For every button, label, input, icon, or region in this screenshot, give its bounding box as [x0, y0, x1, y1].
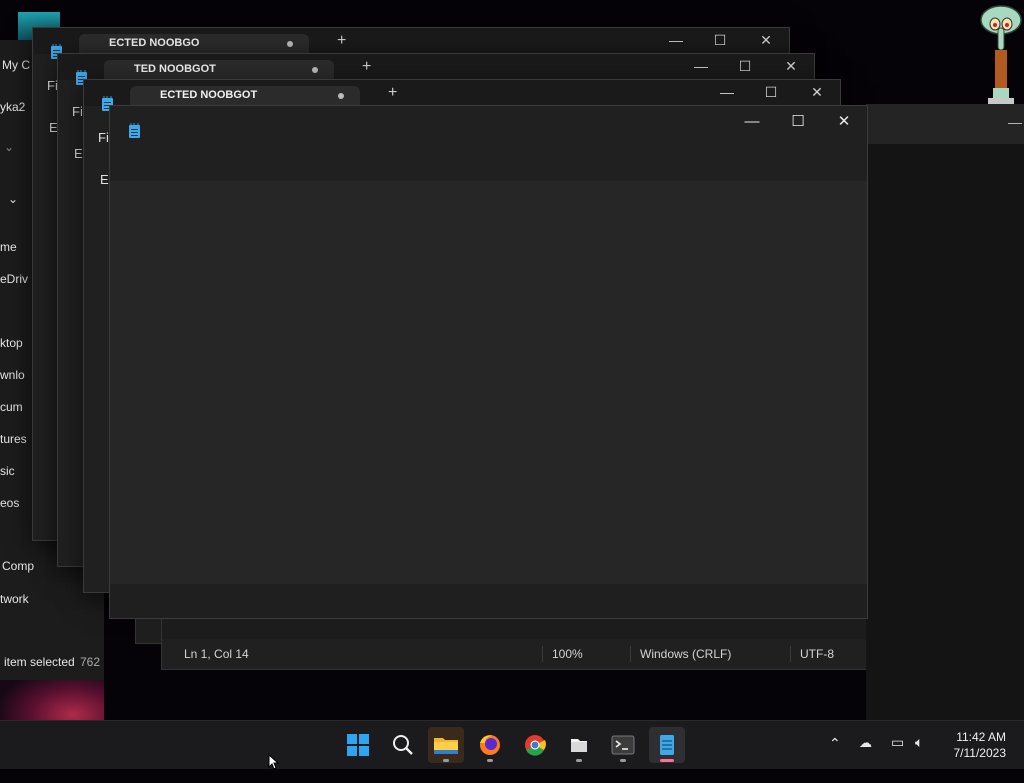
tab-document[interactable]: TED NOOBGOT	[104, 60, 334, 80]
files-button[interactable]	[561, 727, 597, 763]
cursor-position: Ln 1, Col 14	[184, 647, 249, 661]
notepad-icon	[129, 123, 140, 138]
files-icon	[571, 739, 587, 752]
volume-icon[interactable]: 🔈︎	[915, 734, 923, 782]
file-explorer-button[interactable]	[428, 727, 464, 763]
nav-item-desktop[interactable]: ktop	[0, 336, 23, 350]
squidward-desktop-pet	[980, 5, 1022, 104]
notepad-button[interactable]	[649, 727, 685, 763]
nav-item-onedrive[interactable]: eDriv	[0, 272, 28, 286]
active-indicator	[660, 759, 674, 762]
tab-title: TED NOOBGOT	[134, 63, 216, 75]
nav-item-videos[interactable]: eos	[0, 496, 19, 510]
tab-title: ECTED NOOBGOT	[160, 89, 258, 101]
nav-item-downloads[interactable]: wnlo	[0, 368, 25, 382]
unsaved-dot-icon	[338, 93, 344, 99]
clock-time: 11:42 AM	[956, 730, 1006, 744]
clock-date: 7/11/2023	[953, 746, 1007, 760]
title-bar	[866, 104, 1024, 144]
new-tab-icon[interactable]: +	[388, 84, 397, 102]
notepad-window-front[interactable]: — ☐ ✕	[109, 105, 868, 619]
status-divider	[790, 646, 791, 662]
tab-title: ECTED NOOBGO	[109, 37, 200, 49]
nav-item-home[interactable]: me	[0, 240, 17, 254]
maximize-icon[interactable]: ☐	[697, 32, 743, 49]
chrome-button[interactable]	[517, 727, 553, 763]
terminal-icon	[611, 735, 635, 755]
chevron-down-icon[interactable]: ⌄	[4, 140, 14, 154]
search-button[interactable]	[385, 727, 421, 763]
taskbar: ⌃ ☁ ▭ 🔈︎ 11:42 AM 7/11/2023	[0, 720, 1024, 769]
chevron-up-icon[interactable]: ⌃	[829, 735, 841, 783]
new-tab-icon[interactable]: +	[337, 32, 346, 50]
start-button[interactable]	[340, 727, 376, 763]
minimize-icon[interactable]: —	[678, 58, 724, 74]
close-icon[interactable]: ✕	[743, 32, 789, 49]
start-icon	[347, 734, 369, 756]
encoding[interactable]: UTF-8	[800, 647, 834, 661]
chrome-icon	[525, 735, 546, 756]
minimize-icon[interactable]: —	[704, 84, 750, 100]
explorer-user: yka2	[0, 100, 26, 114]
line-ending[interactable]: Windows (CRLF)	[640, 647, 731, 661]
chevron-down-icon[interactable]: ⌄	[8, 192, 18, 206]
running-indicator	[443, 759, 449, 762]
status-divider	[630, 646, 631, 662]
running-indicator	[576, 759, 582, 762]
new-tab-icon[interactable]: +	[362, 58, 371, 76]
status-divider	[542, 646, 543, 662]
maximize-icon[interactable]: ☐	[748, 84, 794, 101]
search-icon	[393, 735, 413, 755]
explorer-title: My C	[2, 58, 30, 72]
nav-item-pictures[interactable]: tures	[0, 432, 27, 446]
maximize-button[interactable]: ☐	[775, 110, 821, 134]
explorer-status-size: 762	[80, 655, 101, 669]
status-bar	[110, 585, 867, 618]
nav-item-computer[interactable]: Comp	[2, 559, 34, 573]
nav-item-network[interactable]: twork	[0, 592, 29, 606]
status-bar: Ln 1, Col 14 100% Windows (CRLF) UTF-8	[162, 639, 919, 669]
minimize-icon[interactable]: —	[653, 32, 699, 48]
firefox-icon	[480, 735, 500, 755]
explorer-status: item selected	[4, 655, 75, 669]
tab-document[interactable]: ECTED NOOBGOT	[130, 86, 360, 106]
text-editor-area[interactable]	[110, 181, 867, 584]
firefox-button[interactable]	[472, 727, 508, 763]
terminal-button[interactable]	[605, 727, 641, 763]
onedrive-icon[interactable]: ☁	[859, 735, 872, 783]
maximize-icon[interactable]: ☐	[722, 58, 768, 75]
zoom-level[interactable]: 100%	[552, 647, 583, 661]
clock[interactable]: 11:42 AM 7/11/2023	[954, 729, 1007, 761]
minimize-button[interactable]: —	[729, 110, 775, 134]
notepad-icon	[660, 735, 674, 755]
minimize-icon[interactable]: —	[1008, 114, 1022, 130]
unsaved-dot-icon	[312, 67, 318, 73]
background-window[interactable]: —	[866, 104, 1024, 720]
close-button[interactable]: ✕	[821, 110, 867, 134]
tab-document[interactable]: ECTED NOOBGO	[79, 34, 309, 54]
network-icon[interactable]: ▭	[891, 734, 904, 782]
close-icon[interactable]: ✕	[794, 84, 840, 101]
close-icon[interactable]: ✕	[768, 58, 814, 75]
nav-item-documents[interactable]: cum	[0, 400, 23, 414]
running-indicator	[487, 759, 493, 762]
running-indicator	[620, 759, 626, 762]
file-explorer-icon	[434, 738, 458, 754]
unsaved-dot-icon	[287, 41, 293, 47]
nav-item-music[interactable]: sic	[0, 464, 15, 478]
